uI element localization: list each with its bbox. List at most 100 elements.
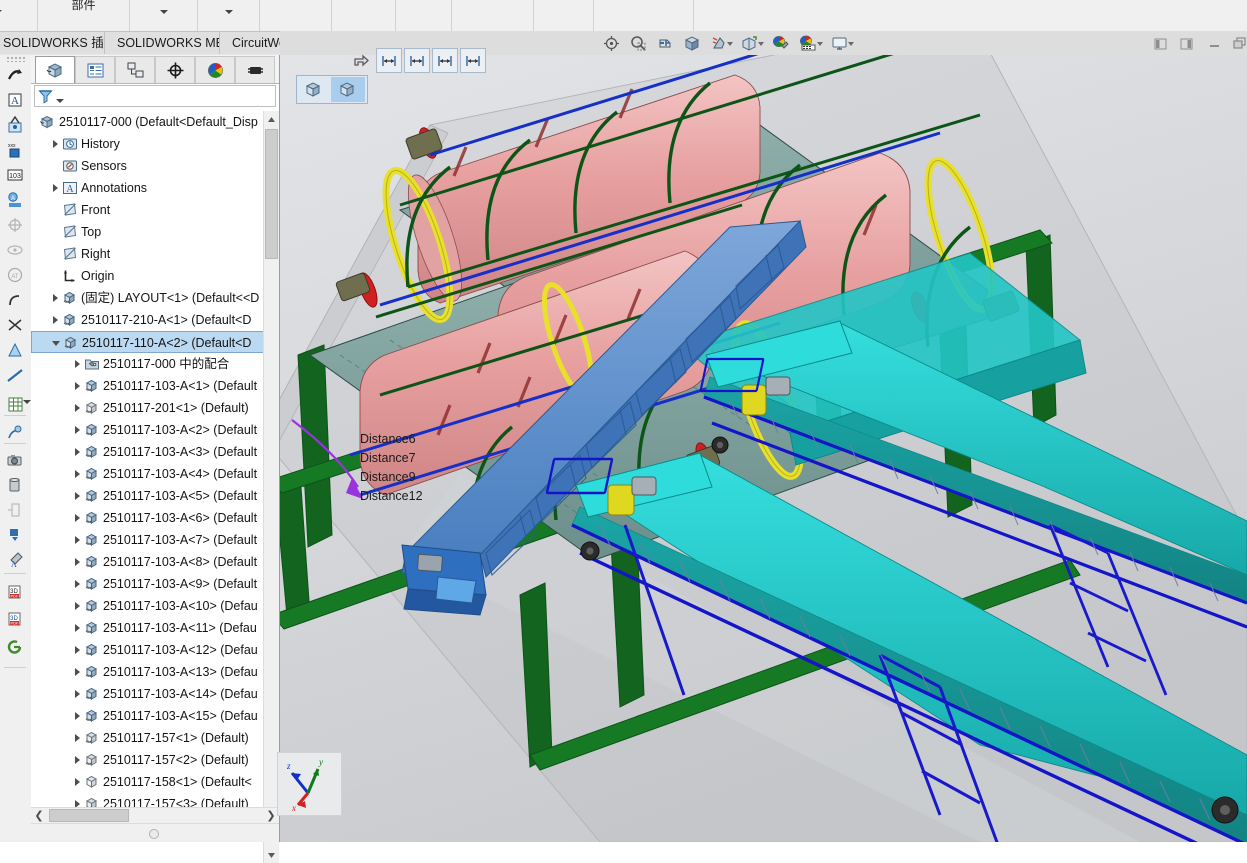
tree-row[interactable]: 2510117-157<1> (Default) [31, 727, 279, 749]
tree-row[interactable]: 2510117-103-A<5> (Default [31, 485, 279, 507]
chevron-down-icon[interactable] [23, 400, 31, 404]
scroll-down-arrow-icon[interactable] [264, 847, 279, 863]
property-manager-tab[interactable] [75, 56, 115, 83]
decal-icon[interactable] [3, 523, 27, 547]
chevron-down-icon[interactable] [0, 10, 2, 14]
restore-right-icon[interactable] [1178, 36, 1194, 51]
next-view-icon[interactable] [348, 48, 374, 73]
distance-tool-2-icon[interactable] [404, 48, 430, 73]
tree-row[interactable]: Top [31, 221, 279, 243]
chevron-down-icon[interactable] [56, 99, 64, 103]
tree-expand-arrow-icon[interactable] [71, 507, 83, 529]
tree-row[interactable]: (固定) LAYOUT<1> (Default<<D [31, 287, 279, 309]
magnify-icon[interactable] [3, 420, 27, 444]
render-icon[interactable] [3, 473, 27, 497]
tree-row[interactable]: 2510117-103-A<7> (Default [31, 529, 279, 551]
section-view-icon[interactable] [655, 34, 675, 52]
table-icon[interactable] [3, 392, 27, 416]
apply-scene-icon[interactable] [797, 34, 817, 52]
tree-row[interactable]: 2510117-000 中的配合 [31, 353, 279, 375]
splitter-handle[interactable] [149, 829, 159, 839]
tree-expand-arrow-icon[interactable] [71, 419, 83, 441]
feature-tree-filter[interactable] [34, 85, 276, 107]
tree-row[interactable]: Front [31, 199, 279, 221]
tree-row[interactable]: 2510117-103-A<4> (Default [31, 463, 279, 485]
tree-expand-arrow-icon[interactable] [71, 551, 83, 573]
tree-row[interactable]: Sensors [31, 155, 279, 177]
configuration-b-icon[interactable] [331, 77, 365, 102]
zoom-to-area-icon[interactable] [628, 34, 648, 52]
feature-tree-tab[interactable] [35, 56, 75, 83]
tree-expand-arrow-icon[interactable] [71, 353, 83, 375]
scroll-thumb-h[interactable] [49, 809, 129, 822]
graphics-viewport[interactable]: Distance6 Distance7 Distance9 Distance12 [280, 55, 1247, 842]
tree-row[interactable]: 2510117-103-A<6> (Default [31, 507, 279, 529]
scroll-left-arrow-icon[interactable]: ❮ [31, 808, 47, 823]
tree-expand-arrow-icon[interactable] [71, 749, 83, 771]
tree-row[interactable]: A Annotations [31, 177, 279, 199]
display-manager-tab[interactable] [195, 56, 235, 83]
center-mark-icon[interactable] [3, 313, 27, 337]
zoom-to-fit-icon[interactable] [601, 34, 621, 52]
tree-row[interactable]: 2510117-103-A<10> (Defau [31, 595, 279, 617]
tree-expand-arrow-icon[interactable] [71, 771, 83, 793]
restore-down-icon[interactable] [1232, 36, 1247, 51]
distance-tool-4-icon[interactable] [460, 48, 486, 73]
tree-expand-arrow-icon[interactable] [71, 661, 83, 683]
balloon-icon[interactable]: 103 [3, 163, 27, 187]
display-style-icon[interactable] [709, 34, 729, 52]
publish-3dpdf-alt-icon[interactable]: 3D PDF [3, 607, 27, 631]
chevron-down-icon[interactable] [758, 42, 764, 46]
dimxpert-manager-tab[interactable] [155, 56, 195, 83]
tree-expand-arrow-icon[interactable] [49, 309, 61, 331]
surface-finish-icon[interactable] [3, 113, 27, 137]
tree-row[interactable]: 2510117-157<2> (Default) [31, 749, 279, 771]
tree-expand-arrow-icon[interactable] [71, 375, 83, 397]
tree-expand-arrow-icon[interactable] [71, 397, 83, 419]
configuration-a-icon[interactable] [297, 77, 331, 102]
datum-target-icon[interactable] [3, 213, 27, 237]
light-icon[interactable] [3, 498, 27, 522]
feature-manager-splitter[interactable] [31, 823, 279, 842]
weld-symbol-icon[interactable] [3, 288, 27, 312]
tree-expand-arrow-icon[interactable] [71, 683, 83, 705]
tree-expand-arrow-icon[interactable] [71, 595, 83, 617]
minimize-icon[interactable] [1206, 36, 1222, 51]
annotation-distance9[interactable]: Distance9 [360, 468, 416, 487]
publish-3dpdf-icon[interactable]: 3D PDF [3, 580, 27, 604]
tree-row[interactable]: 2510117-103-A<11> (Defau [31, 617, 279, 639]
tree-expand-arrow-icon[interactable] [49, 177, 61, 199]
tree-expand-arrow-icon[interactable] [71, 727, 83, 749]
toolbar-drag-handle[interactable] [6, 56, 26, 62]
geometric-tolerance-icon[interactable] [3, 238, 27, 262]
configuration-manager-tab[interactable] [115, 56, 155, 83]
chevron-down-icon[interactable] [817, 42, 823, 46]
tree-row[interactable]: 2510117-103-A<15> (Defau [31, 705, 279, 727]
tree-row[interactable]: Right [31, 243, 279, 265]
auto-balloon-icon[interactable]: A [3, 188, 27, 212]
chevron-down-icon[interactable] [225, 10, 233, 14]
tree-expand-arrow-icon[interactable] [71, 485, 83, 507]
scroll-thumb[interactable] [265, 129, 278, 259]
configuration-quick-bar[interactable] [296, 75, 368, 104]
annotation-distance7[interactable]: Distance7 [360, 449, 416, 468]
tree-expand-arrow-icon[interactable] [71, 573, 83, 595]
annotation-distance6[interactable]: Distance6 [360, 430, 416, 449]
tree-row[interactable]: 2510117-210-A<1> (Default<D [31, 309, 279, 331]
tree-row[interactable]: 2510117-103-A<13> (Defau [31, 661, 279, 683]
tree-row[interactable]: 2510117-103-A<2> (Default [31, 419, 279, 441]
tree-expand-arrow-icon[interactable] [71, 529, 83, 551]
tree-expand-arrow-icon[interactable] [71, 441, 83, 463]
tree-expand-arrow-icon[interactable] [71, 639, 83, 661]
hole-callout-icon[interactable]: xxx [3, 138, 27, 162]
chevron-down-icon[interactable] [727, 42, 733, 46]
tree-expand-arrow-icon[interactable] [49, 133, 61, 155]
distance-tool-3-icon[interactable] [432, 48, 458, 73]
tree-row[interactable]: History [31, 133, 279, 155]
tree-row[interactable]: 2510117-103-A<9> (Default [31, 573, 279, 595]
feature-tree-hscrollbar[interactable]: ❮ ❯ [31, 807, 279, 824]
hide-show-items-icon[interactable] [739, 34, 759, 52]
tree-row[interactable]: 2510117-103-A<1> (Default [31, 375, 279, 397]
tree-expand-arrow-icon[interactable] [49, 287, 61, 309]
tree-expand-arrow-icon[interactable] [71, 463, 83, 485]
